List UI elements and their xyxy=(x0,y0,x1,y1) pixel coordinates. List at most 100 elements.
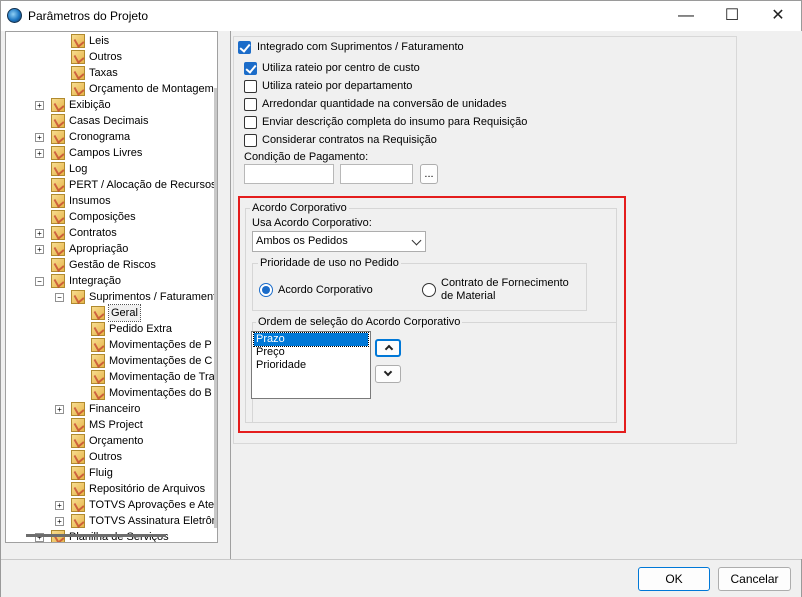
settings-node-icon xyxy=(51,130,65,144)
enviar-descricao-label: Enviar descrição completa do insumo para… xyxy=(262,116,528,128)
settings-node-icon xyxy=(51,146,65,160)
settings-node-icon xyxy=(91,354,105,368)
tree-item[interactable]: + TOTVS Assinatura Eletrônica xyxy=(6,513,217,529)
settings-node-icon xyxy=(91,338,105,352)
settings-node-icon xyxy=(91,322,105,336)
tree-item[interactable]: Movimentações do B xyxy=(6,385,212,401)
tree-item-label: Composições xyxy=(69,211,136,223)
collapse-icon[interactable]: − xyxy=(35,277,44,286)
tree-item[interactable]: Outros xyxy=(6,449,211,465)
tree-item[interactable]: + Contratos xyxy=(6,225,211,241)
settings-node-icon xyxy=(91,386,105,400)
tree-item[interactable]: Pedido Extra xyxy=(6,321,211,337)
expand-icon[interactable]: + xyxy=(35,245,44,254)
tree-item-label: Exibição xyxy=(69,99,111,111)
dialog-window: Parâmetros do Projeto — ☐ ✕ Leis Outros Ta… xyxy=(0,0,802,597)
tree-item[interactable]: MS Project xyxy=(6,417,211,433)
tree-item-label: PERT / Alocação de Recursos xyxy=(69,179,217,191)
tree-horizontal-scrollbar[interactable] xyxy=(26,534,166,537)
tree-item[interactable]: − Suprimentos / Faturamento xyxy=(6,289,217,305)
tree-item-label: Movimentações do B xyxy=(109,387,212,399)
considerar-contratos-label: Considerar contratos na Requisição xyxy=(262,134,437,146)
tree-item[interactable]: Orçamento xyxy=(6,433,211,449)
tree-item[interactable]: + Campos Livres xyxy=(6,145,211,161)
tree-item[interactable]: Taxas xyxy=(6,65,211,81)
expand-icon[interactable]: + xyxy=(35,229,44,238)
rateio-centro-custo-checkbox[interactable] xyxy=(244,62,257,75)
enviar-descricao-checkbox[interactable] xyxy=(244,116,257,129)
condicao-pagamento-code-input[interactable] xyxy=(244,164,334,184)
settings-node-icon xyxy=(71,402,85,416)
tree-item-label: Orçamento de Montagem xyxy=(89,83,214,95)
expand-icon[interactable]: + xyxy=(55,517,64,526)
expand-icon[interactable]: + xyxy=(35,133,44,142)
tree-item[interactable]: + Cronograma xyxy=(6,129,211,145)
tree-item-label: Leis xyxy=(89,35,110,47)
tree-item[interactable]: Fluig xyxy=(6,465,211,481)
arredondar-label: Arredondar quantidade na conversão de un… xyxy=(262,98,507,110)
tree-vertical-scrollbar[interactable] xyxy=(214,88,217,528)
tree-item-label: Log xyxy=(69,163,88,175)
tree-item[interactable]: Movimentações de C xyxy=(6,353,213,369)
tree-item[interactable]: + Financeiro xyxy=(6,401,211,417)
expand-icon[interactable]: + xyxy=(35,149,44,158)
considerar-contratos-checkbox[interactable] xyxy=(244,134,257,147)
tree-item-label: Repositório de Arquivos xyxy=(89,483,206,495)
settings-node-icon xyxy=(71,434,85,448)
tree-item[interactable]: + Exibição xyxy=(6,97,211,113)
tree-item[interactable]: Leis xyxy=(6,33,211,49)
settings-node-icon xyxy=(51,242,65,256)
highlight-annotation xyxy=(238,196,626,433)
tree-item[interactable]: Casas Decimais xyxy=(6,113,211,129)
tree-item[interactable]: − Integração xyxy=(6,273,211,289)
condicao-pagamento-browse-button[interactable]: ... xyxy=(420,164,438,184)
tree-item[interactable]: Movimentações de P xyxy=(6,337,212,353)
tree-item[interactable]: Gestão de Riscos xyxy=(6,257,211,273)
settings-node-icon xyxy=(71,450,85,464)
tree-item[interactable]: Orçamento de Montagem xyxy=(6,81,214,97)
settings-node-icon xyxy=(51,178,65,192)
tree-item[interactable]: Movimentação de Tra xyxy=(6,369,215,385)
settings-node-icon xyxy=(51,258,65,272)
tree-item-label: MS Project xyxy=(89,419,143,431)
condicao-pagamento-desc-input[interactable] xyxy=(340,164,413,184)
app-icon xyxy=(7,8,22,23)
tree-item-label: Movimentação de Tra xyxy=(109,371,215,383)
tree-item[interactable]: PERT / Alocação de Recursos xyxy=(6,177,217,193)
minimize-button[interactable]: — xyxy=(663,1,709,31)
tree-item[interactable]: + Apropriação xyxy=(6,241,211,257)
title-bar: Parâmetros do Projeto — ☐ ✕ xyxy=(1,1,801,31)
settings-node-icon xyxy=(71,498,85,512)
integrado-checkbox[interactable] xyxy=(238,41,251,54)
tree-item[interactable]: Repositório de Arquivos xyxy=(6,481,211,497)
tree-panel[interactable]: Leis Outros Taxas Orçamento de Montagem + Exi… xyxy=(5,31,218,543)
rateio-centro-custo-label: Utiliza rateio por centro de custo xyxy=(262,62,420,74)
tree-item-label: TOTVS Assinatura Eletrônica xyxy=(89,515,218,527)
tree-item-label: Movimentações de P xyxy=(109,339,212,351)
settings-node-icon xyxy=(51,274,65,288)
settings-node-icon xyxy=(71,482,85,496)
tree-item[interactable]: + TOTVS Aprovações e Atendimento xyxy=(6,497,217,513)
tree-item-label: Taxas xyxy=(89,67,118,79)
tree-item[interactable]: Insumos xyxy=(6,193,211,209)
arredondar-checkbox[interactable] xyxy=(244,98,257,111)
tree-item[interactable]: Outros xyxy=(6,49,211,65)
tree-item[interactable]: Log xyxy=(6,161,211,177)
settings-node-icon xyxy=(91,370,105,384)
ok-button[interactable]: OK xyxy=(638,567,710,591)
collapse-icon[interactable]: − xyxy=(55,293,64,302)
tree-item-label: Movimentações de C xyxy=(109,355,213,367)
expand-icon[interactable]: + xyxy=(55,405,64,414)
tree-item[interactable]: Geral xyxy=(6,304,211,322)
expand-icon[interactable]: + xyxy=(55,501,64,510)
settings-node-icon xyxy=(91,306,105,320)
settings-node-icon xyxy=(51,194,65,208)
settings-node-icon xyxy=(71,34,85,48)
maximize-button[interactable]: ☐ xyxy=(709,1,755,31)
close-button[interactable]: ✕ xyxy=(755,1,801,31)
tree-item-label: Campos Livres xyxy=(69,147,143,159)
rateio-departamento-checkbox[interactable] xyxy=(244,80,257,93)
tree-item[interactable]: Composições xyxy=(6,209,211,225)
expand-icon[interactable]: + xyxy=(35,101,44,110)
cancel-button[interactable]: Cancelar xyxy=(718,567,791,591)
